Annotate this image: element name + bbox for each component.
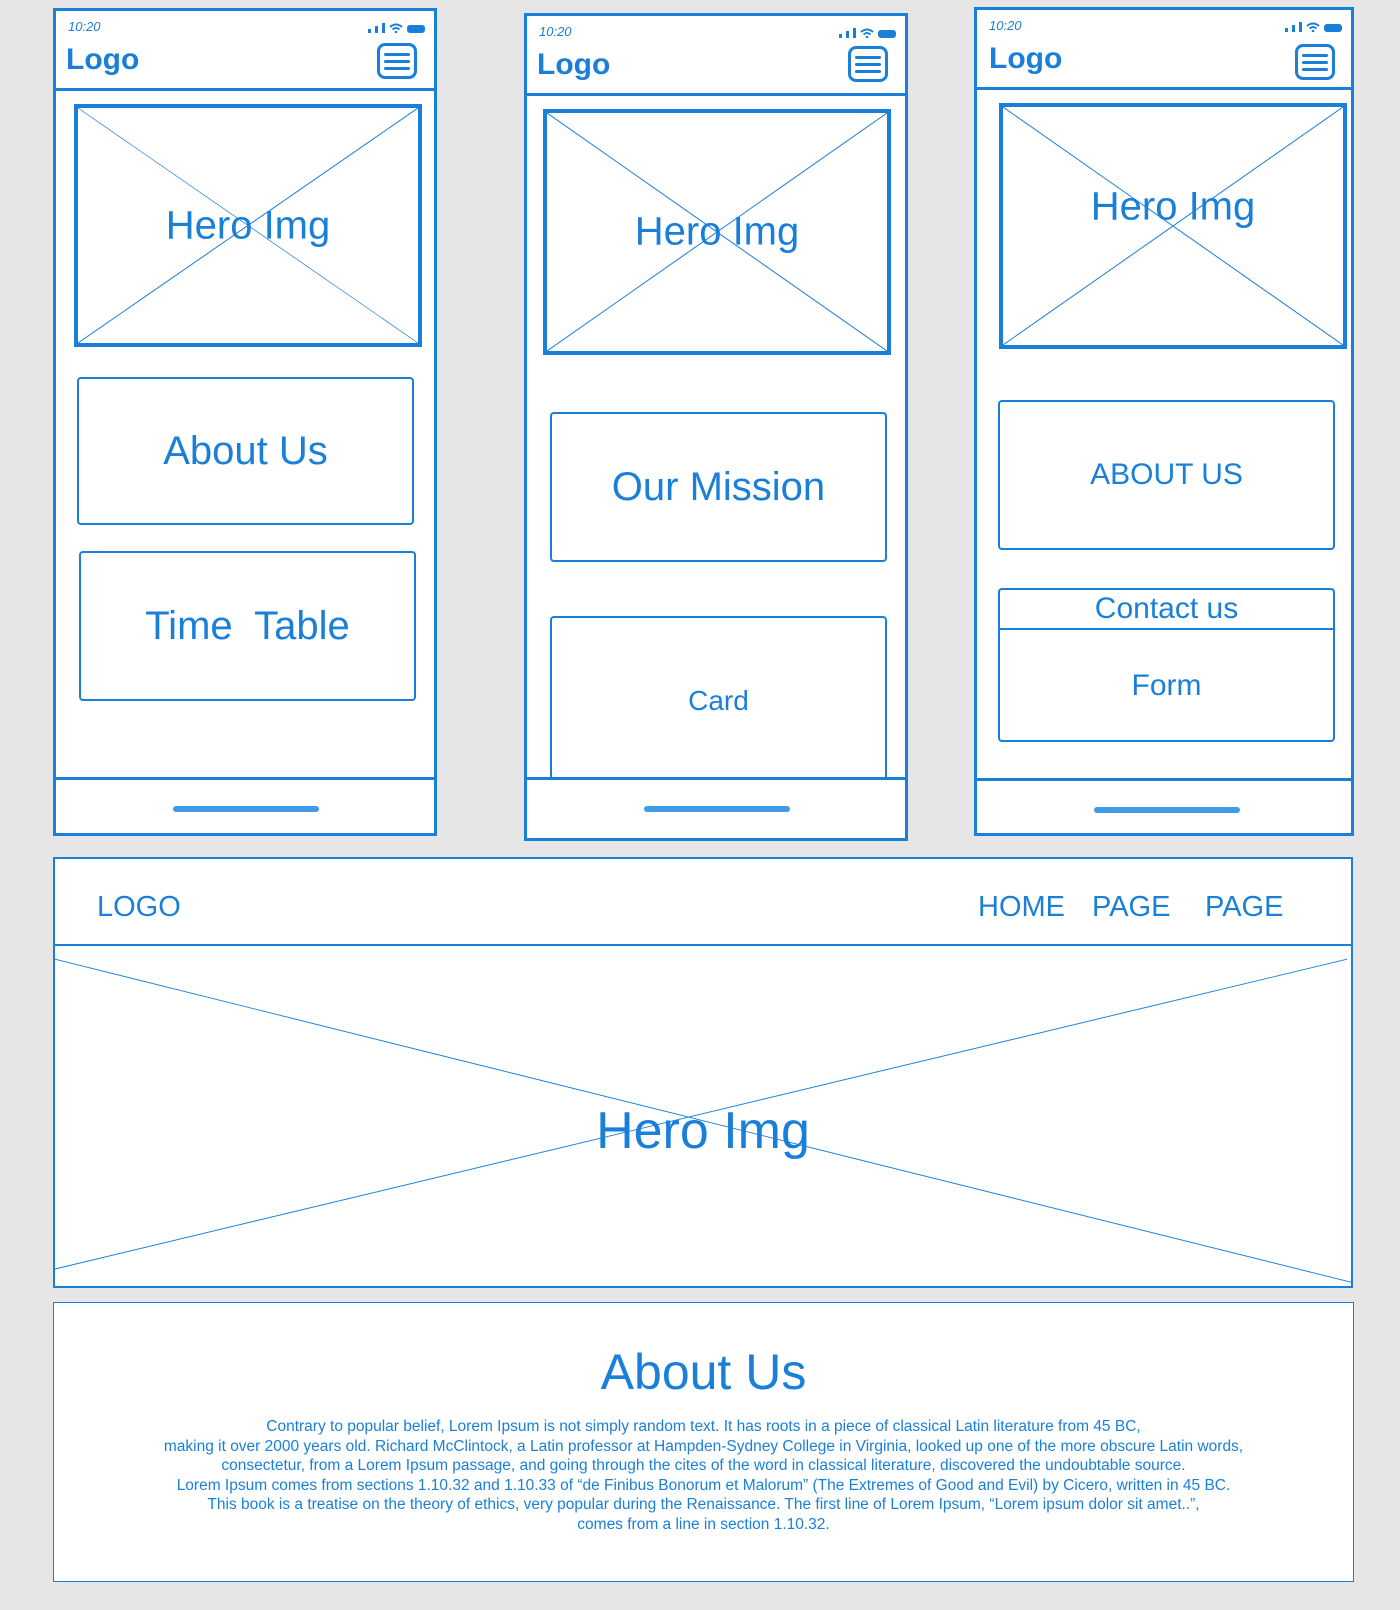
about-us-card[interactable]: About Us: [77, 377, 414, 525]
time-table-card[interactable]: Time Table: [79, 551, 416, 701]
form-label: Form: [1131, 669, 1202, 702]
hero-label: Hero Img: [165, 203, 331, 247]
nav-link-page[interactable]: PAGE: [1205, 891, 1283, 924]
contact-form-area[interactable]: Form: [1000, 632, 1333, 740]
card-label: ABOUT US: [1090, 458, 1243, 491]
phone-header: 10:20 Logo: [527, 16, 905, 96]
contact-header-label: Contact us: [1094, 592, 1239, 625]
wifi-icon: [1306, 22, 1320, 32]
logo[interactable]: Logo: [537, 48, 610, 82]
phone-footer: [977, 778, 1351, 833]
card-label: Our Mission: [611, 464, 826, 509]
signal-icon: [1285, 28, 1288, 32]
desktop-logo[interactable]: LOGO: [97, 891, 181, 924]
contact-header: Contact us: [1000, 590, 1333, 630]
card-label: Card: [688, 685, 749, 716]
hamburger-menu-icon[interactable]: [377, 43, 417, 79]
desktop-hero-image-placeholder: Hero Img: [53, 946, 1353, 1288]
hero-label: Hero Img: [1090, 184, 1256, 229]
home-indicator[interactable]: [644, 806, 790, 812]
logo[interactable]: Logo: [989, 42, 1062, 76]
our-mission-card[interactable]: Our Mission: [550, 412, 887, 562]
status-time: 10:20: [68, 19, 101, 34]
hero-image-placeholder: Hero Img: [999, 103, 1347, 349]
hamburger-menu-icon[interactable]: [848, 46, 888, 82]
home-indicator[interactable]: [173, 806, 319, 812]
desktop-navbar: LOGO HOME PAGE PAGE: [53, 857, 1353, 946]
logo[interactable]: Logo: [66, 43, 139, 77]
hero-label: Hero Img: [634, 209, 800, 254]
signal-icon: [839, 34, 842, 38]
about-section: About Us Contrary to popular belief, Lor…: [53, 1302, 1354, 1582]
nav-link-page[interactable]: PAGE: [1092, 891, 1170, 924]
wifi-icon: [860, 28, 874, 38]
status-icons: [368, 21, 425, 33]
battery-icon: [407, 25, 425, 33]
battery-icon: [878, 30, 896, 38]
status-icons: [839, 26, 896, 38]
generic-card[interactable]: Card: [550, 616, 887, 786]
status-icons: [1285, 20, 1342, 32]
phone-mockup-1: 10:20 Logo Hero Img About Us Time Table: [53, 8, 437, 836]
hero-image-placeholder: Hero Img: [543, 109, 891, 355]
status-time: 10:20: [539, 24, 572, 39]
phone-mockup-3: 10:20 Logo Hero Img ABOUT US Contact us …: [974, 7, 1354, 836]
about-body-text: Contrary to popular belief, Lorem Ipsum …: [163, 1418, 1244, 1533]
battery-icon: [1324, 24, 1342, 32]
hero-image-placeholder: Hero Img: [74, 104, 422, 347]
hero-label: Hero Img: [596, 1102, 810, 1160]
phone-footer: [527, 777, 905, 838]
phone-mockup-2: 10:20 Logo Hero Img Our Mission Card: [524, 13, 908, 841]
nav-link-home[interactable]: HOME: [978, 891, 1065, 924]
about-us-card[interactable]: ABOUT US: [998, 400, 1335, 550]
phone-header: 10:20 Logo: [977, 10, 1351, 90]
hamburger-menu-icon[interactable]: [1295, 44, 1335, 80]
contact-form-card[interactable]: Contact us Form: [998, 588, 1335, 742]
status-time: 10:20: [989, 18, 1022, 33]
home-indicator[interactable]: [1094, 807, 1240, 813]
about-title: About Us: [600, 1344, 807, 1400]
card-label: Time Table: [145, 603, 350, 648]
wifi-icon: [389, 23, 403, 33]
phone-header: 10:20 Logo: [56, 11, 434, 91]
signal-icon: [368, 29, 371, 33]
phone-footer: [56, 777, 434, 833]
card-label: About Us: [163, 428, 328, 473]
